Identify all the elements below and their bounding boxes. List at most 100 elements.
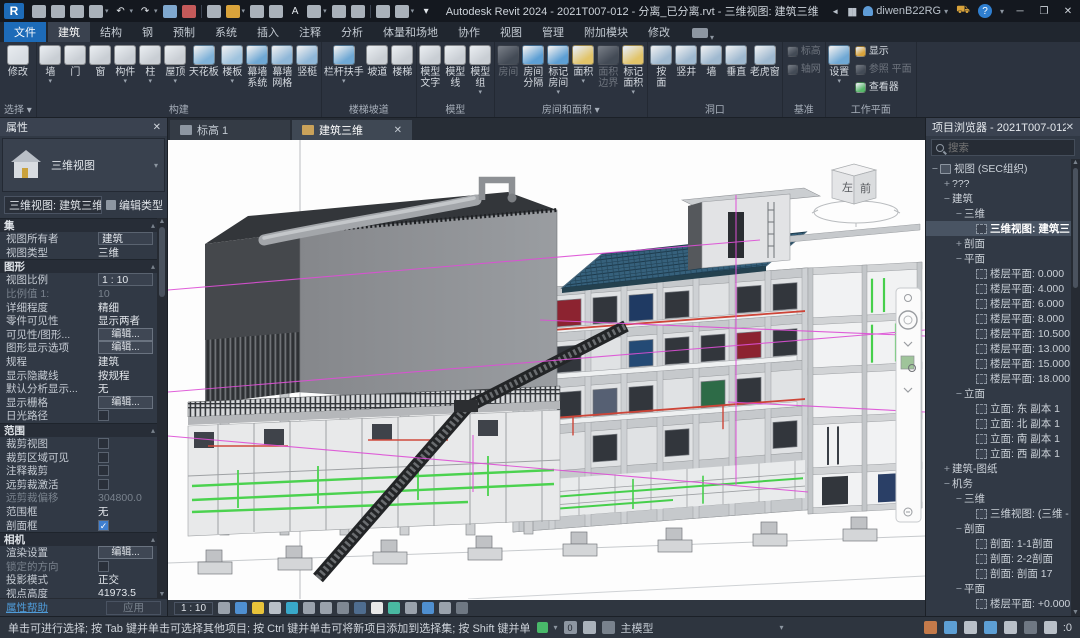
- shadows-icon[interactable]: [269, 602, 281, 614]
- drag-on-selection-toggle-icon[interactable]: [1004, 621, 1017, 634]
- render-dialog-icon[interactable]: [286, 602, 298, 614]
- tree-expand-icon[interactable]: +: [954, 238, 964, 250]
- show-crop-region-icon[interactable]: [320, 602, 332, 614]
- minimize-button[interactable]: ─: [1012, 6, 1028, 17]
- room-separator-button[interactable]: 房间 分隔: [521, 43, 546, 103]
- tree-item[interactable]: −视图 (SEC组织): [926, 161, 1080, 176]
- view-tab-建筑三维[interactable]: 建筑三维✕: [292, 120, 412, 140]
- tree-item[interactable]: 三维视图: (三维 -: [926, 506, 1080, 521]
- tag-room-button[interactable]: 标记 房间▾: [546, 43, 571, 103]
- browser-header[interactable]: 项目浏览器 - 2021T007-012 -... ✕: [926, 118, 1080, 136]
- model-group-button[interactable]: 模型 组▾: [468, 43, 493, 103]
- model-text-button[interactable]: 模型 文字: [418, 43, 443, 103]
- measure-icon[interactable]: [226, 5, 240, 18]
- property-edit-button[interactable]: 编辑...: [98, 396, 153, 409]
- close-button[interactable]: ✕: [1060, 6, 1076, 17]
- render-icon[interactable]: [332, 5, 346, 18]
- show-workplane-button[interactable]: 显示: [852, 43, 915, 60]
- component-button[interactable]: 构件▾: [113, 43, 138, 103]
- open-icon[interactable]: [51, 5, 65, 18]
- tree-item[interactable]: 立面: 东 副本 1: [926, 401, 1080, 416]
- selection-filter-icon[interactable]: [1044, 621, 1057, 634]
- section-icon[interactable]: [207, 5, 221, 18]
- undo-icon-chevron[interactable]: ▾: [130, 7, 134, 15]
- app-store-icon[interactable]: ⛟: [956, 4, 970, 18]
- tree-item[interactable]: 楼层平面: 10.500: [926, 326, 1080, 341]
- ribbon-tab-视图[interactable]: 视图: [490, 22, 532, 42]
- window-button[interactable]: 窗: [88, 43, 113, 103]
- type-selector[interactable]: 三维视图 ▾: [2, 138, 165, 192]
- dormer-opening-button[interactable]: 老虎窗: [749, 43, 781, 103]
- ribbon-tab-体量和场地[interactable]: 体量和场地: [373, 22, 448, 42]
- sync-with-central-icon-chevron[interactable]: ▾: [105, 7, 109, 15]
- account-menu[interactable]: diwenB22RG ▾: [863, 5, 948, 17]
- tag-area-button[interactable]: 标记 面积▾: [621, 43, 646, 103]
- wall-button[interactable]: 墙▾: [38, 43, 63, 103]
- crop-view-icon[interactable]: [303, 602, 315, 614]
- text-icon[interactable]: A: [288, 5, 302, 18]
- visual-style-icon[interactable]: [235, 602, 247, 614]
- tree-item[interactable]: +建筑-图纸: [926, 461, 1080, 476]
- select-links-toggle-icon[interactable]: [924, 621, 937, 634]
- ceiling-button[interactable]: 天花板: [188, 43, 220, 103]
- opening-by-face-button[interactable]: 按 面: [649, 43, 674, 103]
- ribbon-group-label[interactable]: 楼梯坡道: [323, 104, 415, 117]
- tree-item[interactable]: 楼层平面: 0.000: [926, 266, 1080, 281]
- tree-item[interactable]: 楼层平面: 6.000: [926, 296, 1080, 311]
- tree-item[interactable]: −三维: [926, 491, 1080, 506]
- property-checkbox[interactable]: [98, 452, 109, 463]
- stair-button[interactable]: 楼梯: [390, 43, 415, 103]
- detail-level-icon[interactable]: [218, 602, 230, 614]
- help-chevron-icon[interactable]: ▾: [1000, 7, 1004, 16]
- browser-close-icon[interactable]: ✕: [1066, 122, 1074, 133]
- switch-windows-icon[interactable]: [395, 5, 409, 18]
- media-tool-icon[interactable]: [692, 28, 708, 38]
- default-3d-view-icon[interactable]: [307, 5, 321, 18]
- copy-icon[interactable]: [376, 5, 390, 18]
- door-button[interactable]: 门: [63, 43, 88, 103]
- sync-with-central-icon[interactable]: [89, 5, 103, 18]
- tree-item[interactable]: −三维: [926, 206, 1080, 221]
- curtain-grid-button[interactable]: 幕墙 网格: [270, 43, 295, 103]
- switch-windows-icon-chevron[interactable]: ▾: [411, 7, 415, 15]
- properties-scrollbar[interactable]: ▲▼: [157, 218, 167, 598]
- navigation-bar[interactable]: [896, 288, 921, 522]
- tree-item[interactable]: −剖面: [926, 521, 1080, 536]
- property-checkbox[interactable]: [98, 410, 109, 421]
- roof-button[interactable]: 屋顶▾: [163, 43, 188, 103]
- tree-expand-icon[interactable]: −: [930, 163, 940, 175]
- unlocked-view-icon[interactable]: [337, 602, 349, 614]
- railing-button[interactable]: 栏杆扶手▾: [323, 43, 365, 103]
- tree-expand-icon[interactable]: +: [942, 178, 952, 190]
- tree-item[interactable]: 楼层平面: +0.000: [926, 596, 1080, 611]
- tree-item[interactable]: 立面: 北 副本 1: [926, 416, 1080, 431]
- tree-item[interactable]: 剖面: 1-1剖面: [926, 536, 1080, 551]
- tree-item[interactable]: 楼层平面: 13.000: [926, 341, 1080, 356]
- tree-item[interactable]: −建筑: [926, 191, 1080, 206]
- worksharing-display-icon[interactable]: [405, 602, 417, 614]
- restore-button[interactable]: ❐: [1036, 6, 1052, 17]
- ribbon-tab-结构[interactable]: 结构: [90, 22, 132, 42]
- ramp-button[interactable]: 坡道: [365, 43, 390, 103]
- select-by-face-toggle-icon[interactable]: [984, 621, 997, 634]
- set-workplane-button[interactable]: 设置▾: [827, 43, 852, 103]
- property-section-集[interactable]: 集▴: [0, 218, 167, 232]
- help-icon[interactable]: ?: [978, 4, 992, 18]
- ribbon-group-label[interactable]: 洞口: [649, 104, 781, 117]
- workset-chevron-icon[interactable]: ▾: [554, 623, 558, 632]
- viewport-3d-model[interactable]: 左 前: [168, 140, 925, 599]
- reveal-hidden-glasses-icon[interactable]: [371, 602, 383, 614]
- tree-item[interactable]: 三维视图: 建筑三: [926, 221, 1080, 236]
- tree-item[interactable]: −平面: [926, 251, 1080, 266]
- section-box-icon[interactable]: [439, 602, 451, 614]
- tree-item[interactable]: 剖面: 剖面 17: [926, 566, 1080, 581]
- design-options-icon[interactable]: [602, 621, 615, 634]
- view-tab-标高 1[interactable]: 标高 1: [170, 120, 290, 140]
- tree-item[interactable]: 立面: 西 副本 1: [926, 446, 1080, 461]
- aligned-dimension-icon[interactable]: [250, 5, 264, 18]
- tree-expand-icon[interactable]: −: [954, 208, 964, 220]
- temporary-view-properties-icon[interactable]: [422, 602, 434, 614]
- ribbon-group-label[interactable]: 选择 ▾: [1, 104, 35, 117]
- property-section-图形[interactable]: 图形▴: [0, 259, 167, 273]
- tree-expand-icon[interactable]: −: [942, 193, 952, 205]
